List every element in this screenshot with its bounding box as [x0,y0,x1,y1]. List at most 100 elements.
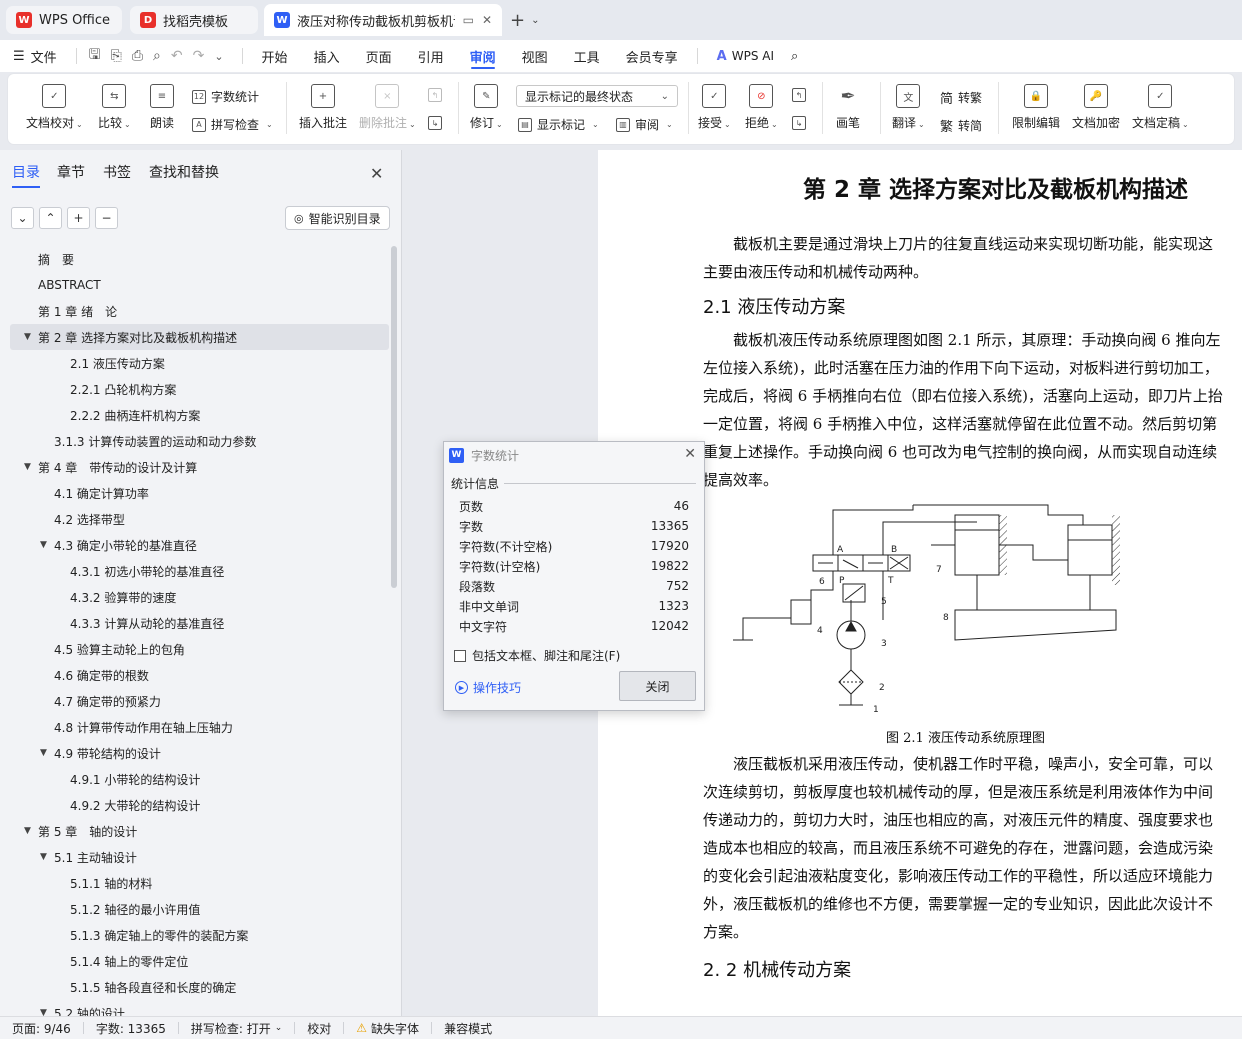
expand-caret-icon[interactable]: ▼ [24,462,31,472]
expand-caret-icon[interactable]: ▼ [24,332,31,342]
missing-font-button[interactable]: ⚠ 缺失字体 [344,1020,431,1037]
expand-caret-icon[interactable]: ▼ [40,748,47,758]
expand-caret-icon[interactable]: ▼ [24,826,31,836]
tab-docer-templates[interactable]: D 找稻壳模板 [130,6,258,34]
compare-button[interactable]: ⇆ 比较 ⌄ [98,84,131,131]
dialog-title-bar[interactable]: W 字数统计 [444,442,704,468]
print-preview-icon[interactable]: ⌕ [153,48,161,64]
close-icon[interactable]: ✕ [684,446,696,462]
checkbox-box[interactable] [454,649,466,662]
redo-icon[interactable]: ↷ [193,48,205,64]
tab-chapters[interactable]: 章节 [57,162,85,182]
close-icon[interactable]: ✕ [370,164,383,183]
tab-current-document[interactable]: W 液压对称传动截板机剪板机设计 ▭ ✕ [264,4,502,36]
remove-heading-button[interactable]: − [95,207,118,229]
toc-item[interactable]: 4.3.2 验算带的速度 [0,584,392,610]
scrollbar[interactable] [391,246,397,588]
encrypt-button[interactable]: 🔑 文档加密 [1072,84,1120,131]
more-icon[interactable]: ⌄ [214,50,223,63]
toc-item[interactable]: ▼ 5.1 主动轴设计 [0,844,392,870]
show-markup-button[interactable]: ▤ 显示标记 ⌄ [518,116,599,133]
menu-view[interactable]: 视图 [509,40,561,72]
save-icon[interactable]: 🖫 [89,44,101,68]
toc-item[interactable]: 5.1.5 轴各段直径和长度的确定 [0,974,392,1000]
menu-page[interactable]: 页面 [353,40,405,72]
spell-check-status[interactable]: 拼写检查: 打开 ⌄ [179,1020,294,1037]
toc-item[interactable]: 5.1.4 轴上的零件定位 [0,948,392,974]
tab-wps-office[interactable]: W WPS Office [6,6,122,34]
toc-item[interactable]: 4.2 选择带型 [0,506,392,532]
toc-item[interactable]: 4.8 计算带传动作用在轴上压轴力 [0,714,392,740]
menu-insert[interactable]: 插入 [301,40,353,72]
close-button[interactable]: 关闭 [619,671,696,701]
insert-comment-button[interactable]: + 插入批注 [299,84,347,131]
page-indicator[interactable]: 页面: 9/46 [0,1020,83,1037]
collapse-all-button[interactable]: ⌃ [39,207,62,229]
expand-caret-icon[interactable]: ▼ [40,852,47,862]
toc-item[interactable]: 2.1 液压传动方案 [0,350,392,376]
toc-item[interactable]: 5.1.1 轴的材料 [0,870,392,896]
window-icon[interactable]: ▭ [463,13,474,27]
menu-review[interactable]: 审阅 [457,40,509,72]
revise-button[interactable]: ✎ 修订 ⌄ [470,84,503,131]
toc-item[interactable]: 5.1.3 确定轴上的零件的装配方案 [0,922,392,948]
search-button[interactable]: ⌕ [787,40,802,72]
menu-home[interactable]: 开始 [249,40,301,72]
review-pane-button[interactable]: ▥ 审阅 ⌄ [616,116,673,133]
word-count-indicator[interactable]: 字数: 13365 [84,1020,178,1037]
toc-item[interactable]: 3.1.3 计算传动装置的运动和动力参数 [0,428,392,454]
toc-item[interactable]: 5.1.2 轴径的最小许用值 [0,896,392,922]
toc-item-selected[interactable]: ▼ 第 2 章 选择方案对比及截板机构描述 [10,324,389,350]
add-heading-button[interactable]: + [67,207,90,229]
close-tab-icon[interactable]: ✕ [482,13,492,27]
read-aloud-button[interactable]: ≡ 朗读 [150,84,174,131]
toc-item[interactable]: ▼ 4.3 确定小带轮的基准直径 [0,532,392,558]
smart-toc-button[interactable]: ◎ 智能识别目录 [285,206,390,230]
expand-all-button[interactable]: ⌄ [11,207,34,229]
toc-item[interactable]: ▼ 4.9 带轮结构的设计 [0,740,392,766]
menu-tools[interactable]: 工具 [561,40,613,72]
markup-state-select[interactable]: 显示标记的最终状态 ⌄ [516,85,678,107]
next-comment-button[interactable]: ↳ [428,116,442,130]
finalize-button[interactable]: ✓ 文档定稿 ⌄ [1132,84,1189,131]
draw-pen-button[interactable]: ✒ 画笔 [836,84,860,131]
tips-link[interactable]: ▶ 操作技巧 [455,679,521,696]
translate-button[interactable]: 文 翻译 ⌄ [892,84,925,131]
tab-bookmarks[interactable]: 书签 [103,162,131,182]
spell-check-button[interactable]: A 拼写检查 ⌄ [192,116,273,133]
toc-item[interactable]: ▼ 第 5 章 轴的设计 [0,818,392,844]
menu-references[interactable]: 引用 [405,40,457,72]
toc-item[interactable]: 4.3.3 计算从动轮的基准直径 [0,610,392,636]
print-icon[interactable]: ⎙ [132,48,143,64]
include-textbox-checkbox[interactable]: 包括文本框、脚注和尾注(F) [454,647,620,664]
restrict-edit-button[interactable]: 🔒 限制编辑 [1012,84,1060,131]
toc-item[interactable]: 4.7 确定带的预紧力 [0,688,392,714]
toc-item[interactable]: 4.9.1 小带轮的结构设计 [0,766,392,792]
reject-button[interactable]: ⊘ 拒绝 ⌄ [745,84,778,131]
tab-find-replace[interactable]: 查找和替换 [149,162,219,182]
to-simplified-button[interactable]: 繁 转简 [940,116,982,135]
toc-item[interactable]: 4.9.2 大带轮的结构设计 [0,792,392,818]
proof-button[interactable]: 校对 [295,1020,343,1037]
toc-item[interactable]: 第 1 章 绪 论 [0,298,392,324]
prev-comment-button[interactable]: ↰ [428,88,442,102]
wps-ai-button[interactable]: A WPS AI [704,40,787,72]
toc-item[interactable]: ABSTRACT [0,272,392,298]
delete-comment-button[interactable]: × 删除批注 ⌄ [359,84,416,131]
toc-item[interactable]: 4.1 确定计算功率 [0,480,392,506]
next-change-button[interactable]: ↳ [792,116,806,130]
expand-caret-icon[interactable]: ▼ [40,540,47,550]
doc-proof-button[interactable]: ✓ 文档校对 ⌄ [26,84,83,131]
prev-change-button[interactable]: ↰ [792,88,806,102]
to-traditional-button[interactable]: 简 转繁 [940,88,982,107]
toc-item[interactable]: 4.5 验算主动轮上的包角 [0,636,392,662]
share-icon[interactable]: ⎘ [111,48,122,64]
toc-item[interactable]: 2.2.1 凸轮机构方案 [0,376,392,402]
toc-item[interactable]: ▼ 第 4 章 带传动的设计及计算 [0,454,392,480]
tab-toc[interactable]: 目录 [12,162,40,188]
accept-button[interactable]: ✓ 接受 ⌄ [698,84,731,131]
toc-item[interactable]: 4.6 确定带的根数 [0,662,392,688]
new-tab-button[interactable]: + ⌄ [510,8,539,32]
undo-icon[interactable]: ↶ [171,48,183,64]
toc-item[interactable]: 摘 要 [0,246,392,272]
